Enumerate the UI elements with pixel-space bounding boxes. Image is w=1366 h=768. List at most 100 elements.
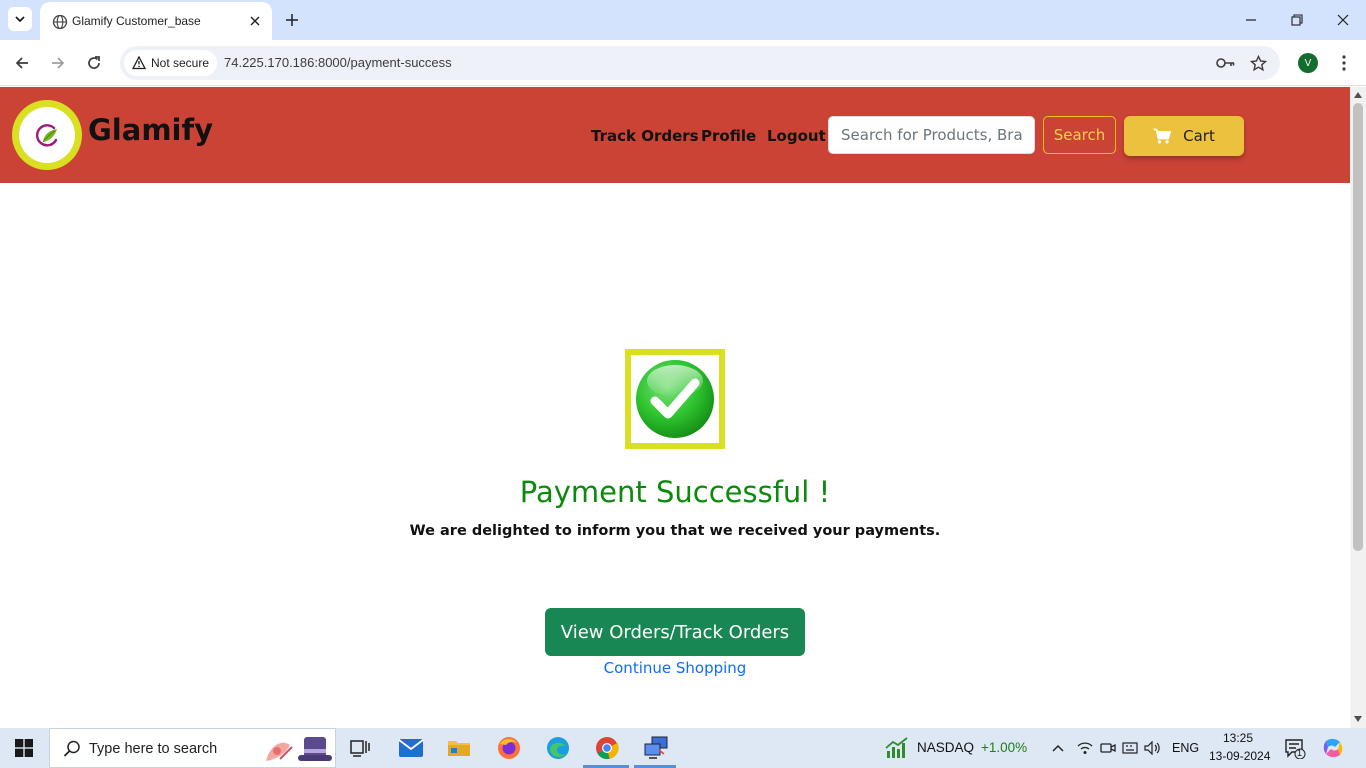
taskbar-search-placeholder: Type here to search xyxy=(89,741,218,757)
tab-title: Glamify Customer_base xyxy=(72,14,201,28)
payment-success-title: Payment Successful ! xyxy=(519,475,831,509)
remote-desktop-button[interactable] xyxy=(642,734,670,762)
cart-icon xyxy=(1153,128,1172,144)
url-text[interactable]: 74.225.170.186:8000/payment-success xyxy=(224,55,452,70)
bookmark-button[interactable] xyxy=(1248,53,1268,73)
nav-logout[interactable]: Logout xyxy=(767,127,826,145)
search-icon xyxy=(63,740,80,757)
restore-icon xyxy=(1291,14,1303,26)
continue-shopping-text[interactable]: Continue Shopping xyxy=(604,659,747,677)
globe-icon xyxy=(52,14,68,30)
arrow-right-icon xyxy=(52,57,65,69)
browser-tabstrip: Glamify Customer_base xyxy=(0,0,1366,40)
copilot-button[interactable] xyxy=(1322,737,1344,759)
address-bar[interactable]: Not secure 74.225.170.186:8000/payment-s… xyxy=(120,46,1280,80)
site-logo[interactable] xyxy=(12,100,82,170)
caret-up-icon xyxy=(1354,92,1362,98)
page-viewport: Glamify Track Orders Profile Logout Sear… xyxy=(0,87,1350,728)
tab-search-button[interactable] xyxy=(8,7,32,31)
chevron-up-icon xyxy=(1052,744,1064,752)
key-icon xyxy=(1216,58,1235,68)
browser-tab-active[interactable]: Glamify Customer_base xyxy=(40,2,272,40)
forward-button[interactable] xyxy=(46,51,70,75)
notifications-button[interactable] xyxy=(1284,737,1306,759)
firefox-button[interactable] xyxy=(495,734,523,762)
edge-button[interactable] xyxy=(544,734,572,762)
minimize-icon xyxy=(1246,19,1256,21)
check-circle-icon xyxy=(636,360,714,438)
mail-app-button[interactable] xyxy=(397,734,425,762)
view-orders-button[interactable]: View Orders/Track Orders xyxy=(545,608,805,656)
scroll-up-arrow[interactable] xyxy=(1354,91,1362,99)
folder-icon xyxy=(448,741,470,756)
mail-icon xyxy=(398,739,424,757)
wifi-icon xyxy=(1077,742,1093,754)
security-label: Not secure xyxy=(151,56,210,70)
minimize-button[interactable] xyxy=(1239,8,1263,32)
show-hidden-icons-button[interactable] xyxy=(1049,739,1067,757)
reload-icon xyxy=(88,56,100,69)
logo-inner xyxy=(19,107,75,163)
scroll-down-arrow[interactable] xyxy=(1354,715,1362,723)
continue-shopping-link: Continue Shopping xyxy=(0,659,1350,677)
chrome-icon xyxy=(596,737,619,760)
browser-toolbar: Not secure 74.225.170.186:8000/payment-s… xyxy=(0,40,1366,86)
nav-track-orders[interactable]: Track Orders xyxy=(591,127,699,145)
password-key-button[interactable] xyxy=(1216,53,1236,73)
back-button[interactable] xyxy=(10,51,34,75)
security-chip[interactable]: Not secure xyxy=(124,50,218,76)
tab-close-button[interactable] xyxy=(246,12,264,30)
site-header: Glamify Track Orders Profile Logout Sear… xyxy=(0,87,1350,183)
cart-button[interactable]: Cart xyxy=(1124,116,1244,156)
close-window-button[interactable] xyxy=(1331,8,1355,32)
nav-profile[interactable]: Profile xyxy=(701,127,756,145)
clock-date[interactable]: 13-09-2024 xyxy=(1209,749,1270,763)
keyboard-ime-icon xyxy=(1122,742,1138,754)
caret-down-icon xyxy=(1354,716,1362,722)
network-button[interactable] xyxy=(1076,739,1094,757)
stock-change: +1.00% xyxy=(981,740,1028,755)
task-view-button[interactable] xyxy=(346,734,374,762)
volume-button[interactable] xyxy=(1144,739,1162,757)
start-button[interactable] xyxy=(0,728,48,768)
close-icon xyxy=(1337,14,1349,26)
windows-taskbar: Type here to search NASDAQ +1.00% ENG 13… xyxy=(0,728,1366,768)
edge-icon xyxy=(547,737,569,759)
new-tab-button[interactable] xyxy=(282,10,302,30)
scroll-thumb[interactable] xyxy=(1353,103,1363,551)
language-indicator[interactable]: ENG xyxy=(1172,741,1199,755)
success-icon-inner xyxy=(631,355,719,443)
browser-menu-button[interactable] xyxy=(1334,51,1354,75)
firefox-icon xyxy=(498,737,520,759)
star-icon xyxy=(1249,54,1267,71)
notification-icon xyxy=(1285,739,1306,759)
input-indicator-button[interactable] xyxy=(1121,739,1139,757)
chrome-button[interactable] xyxy=(593,734,621,762)
page-scrollbar[interactable] xyxy=(1350,87,1366,728)
remote-desktop-icon xyxy=(644,736,668,759)
warning-icon xyxy=(132,56,146,70)
reload-button[interactable] xyxy=(82,51,106,75)
taskbar-search-box[interactable]: Type here to search xyxy=(49,728,336,768)
search-button[interactable]: Search xyxy=(1043,116,1116,154)
stock-name[interactable]: NASDAQ xyxy=(917,740,974,755)
windows-logo-icon xyxy=(15,739,33,757)
meet-now-button[interactable] xyxy=(1099,739,1117,757)
restore-button[interactable] xyxy=(1285,8,1309,32)
file-explorer-button[interactable] xyxy=(445,734,473,762)
notification-count: 1 xyxy=(1297,748,1303,758)
plus-icon xyxy=(286,14,298,26)
search-highlight-art-icon xyxy=(266,737,332,761)
close-icon xyxy=(250,16,260,26)
arrow-left-icon xyxy=(15,57,28,69)
cart-label: Cart xyxy=(1183,127,1215,145)
brand-name[interactable]: Glamify xyxy=(88,113,213,147)
clock-time[interactable]: 13:25 xyxy=(1223,731,1253,745)
stocks-widget-icon[interactable] xyxy=(885,737,909,759)
more-vertical-icon xyxy=(1342,55,1346,71)
profile-avatar[interactable]: V xyxy=(1298,53,1318,73)
task-view-icon xyxy=(350,740,370,757)
speaker-icon xyxy=(1144,741,1160,755)
copilot-icon xyxy=(1323,738,1343,758)
search-input[interactable] xyxy=(828,116,1035,154)
